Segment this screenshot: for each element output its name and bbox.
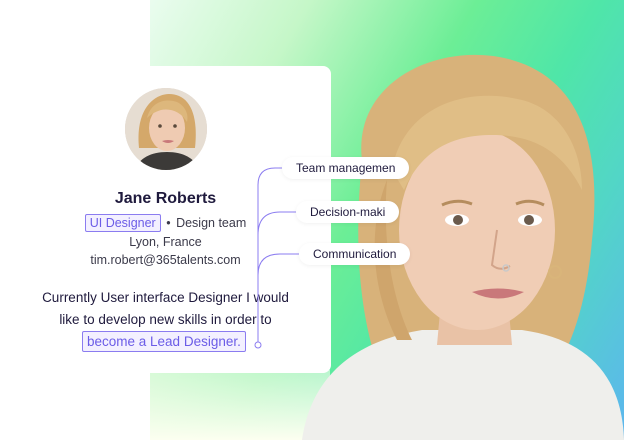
skill-tag[interactable]: Team managemen [282, 157, 410, 179]
connector-node [254, 341, 262, 349]
skill-tag[interactable]: Communication [299, 243, 411, 265]
skill-tag[interactable]: Decision-maki [296, 201, 400, 223]
